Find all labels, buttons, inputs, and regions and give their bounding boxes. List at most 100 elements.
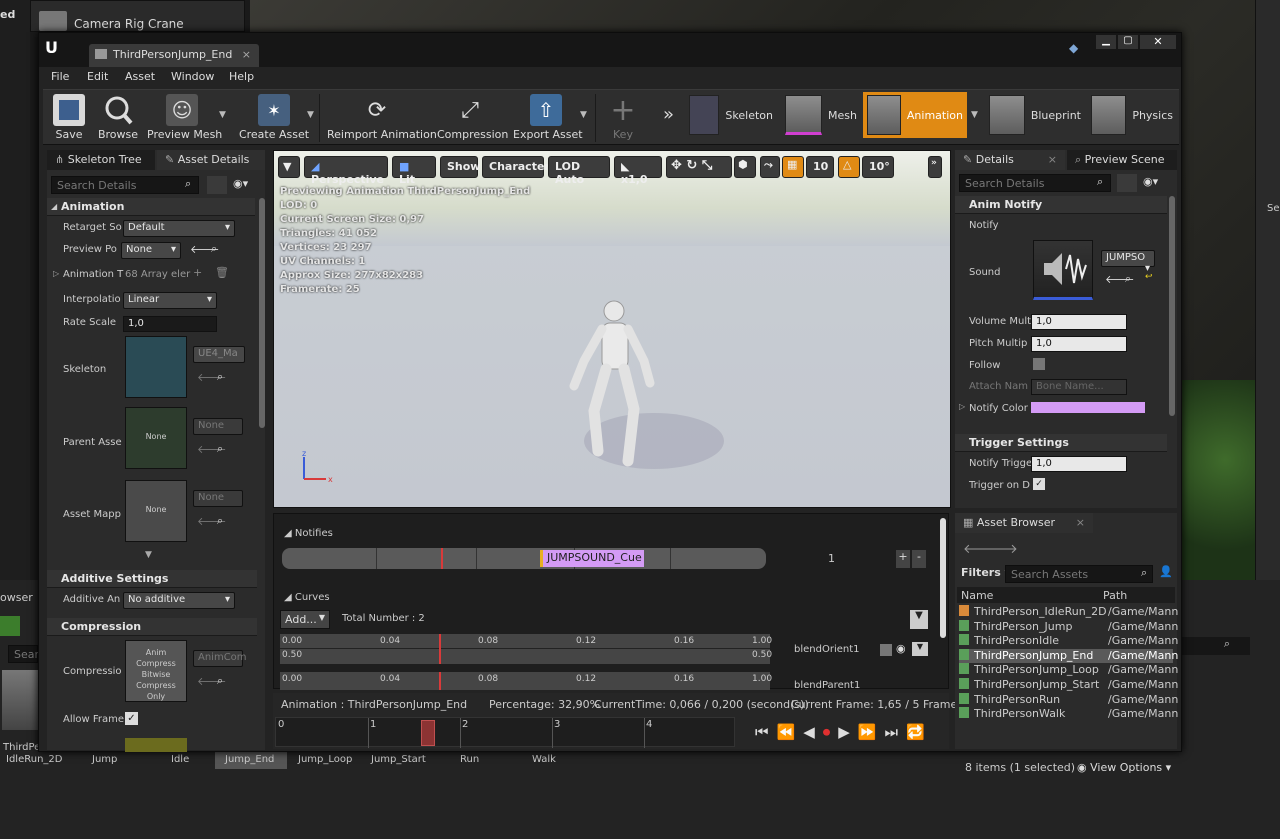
browse-search-icon[interactable]: ⌕ [217,442,223,456]
browse-search-icon[interactable]: ⌕ [1125,272,1131,286]
browse-button[interactable]: Browse [95,90,141,146]
additive-anim-combo[interactable]: No additive ▾ [123,592,235,609]
scrubber-handle[interactable] [421,720,436,746]
view-grid-button[interactable] [1117,174,1137,192]
asset-mapping-combo[interactable]: None [193,490,243,507]
viewport-maximize-icon[interactable]: » [928,156,942,178]
filters-button[interactable]: Filters ▾ [961,566,1010,579]
tab-asset-browser[interactable]: ▦ Asset Browser × [955,513,1093,533]
record-icon[interactable]: ⏺ [823,723,831,745]
transform-tools[interactable]: ✥ ↻ ⤡ [666,156,732,178]
surface-snap-icon[interactable]: ⤳ [760,156,780,178]
interpolation-combo[interactable]: Linear ▾ [123,292,217,309]
close-tab-icon[interactable]: × [1048,153,1057,166]
lod-button[interactable]: LOD Auto [548,156,610,186]
asset-label[interactable]: Jump_Start [371,754,426,765]
attach-name-input[interactable]: Bone Name... [1031,379,1127,395]
tab-asset-details[interactable]: ✎ Asset Details [157,150,265,170]
details-scrollbar[interactable] [259,198,265,428]
add-track-button[interactable]: + [896,550,910,568]
browse-search-icon[interactable]: ⌕ [211,242,217,256]
asset-search-input[interactable]: Search Assets [1005,565,1153,583]
skeleton-thumbnail[interactable] [125,336,187,398]
skip-to-end-icon[interactable]: ⏭ [885,723,899,745]
notify-track[interactable]: JUMPSOUND_Cue [282,548,766,569]
remove-track-button[interactable]: - [912,550,926,568]
view-grid-button[interactable] [207,176,227,194]
asset-row[interactable]: ThirdPerson_Jump/Game/Mann [959,619,1178,635]
rotation-size-button[interactable]: 10° [862,156,894,178]
mode-skeleton[interactable]: Skeleton [685,92,777,138]
column-name[interactable]: Name [961,589,993,602]
window-titlebar[interactable]: U ThirdPersonJump_End × ◆ ▁ ▢ ✕ [39,33,1181,67]
play-reverse-icon[interactable]: ◀ [803,723,815,745]
animation-dropdown-icon[interactable]: ▼ [971,110,978,120]
mode-physics[interactable]: Physics [1087,92,1177,138]
show-button[interactable]: Show [440,156,480,178]
content-browser-tab[interactable]: owser [0,591,33,604]
world-space-icon[interactable]: ⬢ [734,156,756,178]
compression-button[interactable]: ⤢ Compression [437,90,508,146]
notify-trigger-input[interactable]: 1,0 [1031,456,1127,472]
notify-color-swatch[interactable] [1031,402,1145,413]
loop-icon[interactable]: 🔁 [906,723,925,745]
character-button[interactable]: Character [482,156,550,178]
content-search-right[interactable]: ⌕ [1180,637,1250,655]
skip-to-start-icon[interactable]: ⏮ [755,723,769,745]
create-asset-dropdown-icon[interactable]: ▼ [307,110,314,120]
add-element-icon[interactable]: + [193,266,202,279]
save-button[interactable]: Save [49,90,89,146]
asset-row[interactable]: ThirdPerson_IdleRun_2D/Game/Mann [959,605,1178,620]
menu-file[interactable]: File [51,70,69,83]
asset-label[interactable]: Jump_Loop [298,754,352,765]
forward-arrow-icon[interactable]: 🡒 [983,541,1018,557]
curve-track[interactable]: 0.00 0.04 0.08 0.12 0.16 1.00 0.50 0.50 [280,634,772,664]
curve-checkbox[interactable] [880,644,892,656]
asset-label[interactable]: IdleRun_2D [6,754,62,765]
section-animation[interactable]: Animation [47,198,255,216]
close-tab-icon[interactable]: × [242,48,251,61]
mode-animation[interactable]: Animation [863,92,967,138]
rate-scale-input[interactable]: 1,0 [123,316,217,332]
curve-track[interactable]: 0.00 0.04 0.08 0.12 0.16 1.00 [280,672,772,690]
curve-dropdown[interactable]: ▼ [912,642,928,656]
eye-icon[interactable]: ◉▾ [1143,175,1158,188]
tab-skeleton-tree[interactable]: ⋔ Skeleton Tree [47,150,155,170]
expand-arrows-icon[interactable]: » [663,104,674,125]
viewport-options-button[interactable]: ▼ [278,156,300,178]
collapse-icon[interactable]: ◢ [51,202,57,211]
browse-search-icon[interactable]: ⌕ [217,514,223,528]
grid-snap-icon[interactable]: ▦ [782,156,804,178]
tab-details[interactable]: ✎ Details × [955,150,1065,170]
notify-event[interactable]: JUMPSOUND_Cue [540,550,644,567]
user-icon[interactable]: 👤 [1159,565,1173,578]
play-icon[interactable]: ▶ [838,723,850,745]
reset-icon[interactable]: ↩ [1145,272,1153,282]
volume-multiplier-input[interactable]: 1,0 [1031,314,1127,330]
preview-mesh-dropdown-icon[interactable]: ▼ [219,110,226,120]
add-curve-button[interactable]: Add... ▼ [280,610,330,629]
playback-speed-button[interactable]: ◣ x1,0 [614,156,662,186]
reimport-animation-button[interactable]: ⟳ Reimport Animation [327,90,437,146]
minimize-icon[interactable]: ▁ [1096,35,1116,49]
view-options-button[interactable]: ◉ View Options ▾ [1077,761,1171,774]
asset-label[interactable]: Run [460,754,479,765]
compression-combo[interactable]: AnimCom [193,650,247,667]
asset-label-selected[interactable]: Jump_End [215,750,287,769]
asset-row[interactable]: ThirdPersonWalk/Game/Mann [959,707,1178,722]
allow-frame-checkbox[interactable]: ✓ [125,712,138,725]
trigger-checkbox[interactable]: ✓ [1033,478,1045,490]
section-additive-settings[interactable]: Additive Settings [47,570,257,588]
asset-label[interactable]: Jump [92,754,117,765]
menu-help[interactable]: Help [229,70,254,83]
sequencer-scrollbar[interactable] [940,518,946,638]
perspective-button[interactable]: ◢ Perspective [304,156,388,186]
details-search-input[interactable]: Search Details [959,174,1111,192]
preview-pose-combo[interactable]: None ▾ [121,242,181,259]
eye-icon[interactable]: ◉▾ [233,177,248,190]
sound-thumbnail[interactable] [1033,240,1093,300]
chevron-down-icon[interactable]: ▼ [145,550,152,560]
browse-search-icon[interactable]: ⌕ [217,674,223,688]
trash-icon[interactable]: 🗑 [215,266,229,279]
rotation-snap-icon[interactable]: △ [838,156,860,178]
